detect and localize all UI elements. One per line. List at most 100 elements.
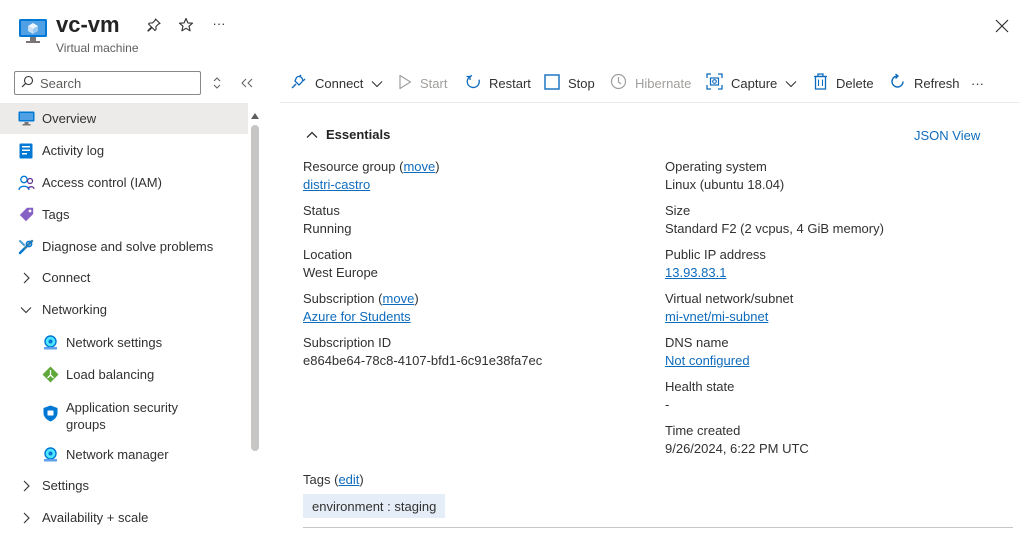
sidebar-item-network-manager[interactable]: Network manager <box>0 439 248 470</box>
sidebar-item-label: Diagnose and solve problems <box>42 239 214 254</box>
sidebar-item-label: Access control (IAM) <box>42 175 162 190</box>
sidebar-group-connect[interactable]: Connect <box>0 262 248 293</box>
sidebar-item-label: Connect <box>42 270 91 285</box>
status-value: Running <box>303 221 352 236</box>
subscription-link[interactable]: Azure for Students <box>303 309 411 324</box>
label-line-2: groups <box>66 417 106 432</box>
edit-tags-link[interactable]: edit <box>338 472 359 487</box>
dns-label: DNS name <box>665 335 729 350</box>
network-settings-icon <box>41 334 59 352</box>
resource-group-label: Resource group (move) <box>303 159 440 174</box>
hibernate-icon <box>610 73 627 93</box>
sidebar-item-tags[interactable]: Tags <box>0 199 248 230</box>
dns-link[interactable]: Not configured <box>665 353 750 368</box>
size-value: Standard F2 (2 vcpus, 4 GiB memory) <box>665 221 884 236</box>
capture-icon <box>706 73 723 93</box>
subscription-id-value: e864be64-78c8-4107-bfd1-6c91e38fa7ec <box>303 353 543 368</box>
sidebar-item-network-settings[interactable]: Network settings <box>0 327 248 358</box>
star-icon[interactable] <box>175 14 197 36</box>
play-icon <box>398 74 412 93</box>
json-view-link[interactable]: JSON View <box>914 128 980 143</box>
sidebar-item-label: Network manager <box>66 447 169 462</box>
sidebar-item-label: Activity log <box>42 143 105 158</box>
virtual-machine-icon <box>18 16 48 46</box>
tag-icon <box>17 206 35 224</box>
capture-button[interactable]: Capture <box>706 70 797 96</box>
refresh-label: Refresh <box>914 75 960 91</box>
size-label: Size <box>665 203 691 218</box>
connect-label: Connect <box>315 75 364 91</box>
sidebar-group-settings[interactable]: Settings <box>0 470 248 501</box>
location-value: West Europe <box>303 265 378 280</box>
users-icon <box>17 174 35 192</box>
subscription-label-text: Subscription <box>303 291 375 306</box>
network-manager-icon <box>41 446 59 464</box>
move-subscription-link[interactable]: move <box>383 291 415 306</box>
time-created-label: Time created <box>665 423 741 438</box>
search-box[interactable] <box>14 71 201 95</box>
tags-label: Tags (edit) <box>303 472 364 487</box>
delete-button[interactable]: Delete <box>813 70 874 96</box>
more-options-icon[interactable]: ··· <box>208 12 230 34</box>
trash-icon <box>813 73 828 93</box>
sidebar-item-access-control[interactable]: Access control (IAM) <box>0 167 248 198</box>
search-icon <box>21 75 34 91</box>
more-actions-button[interactable]: ··· <box>971 70 984 96</box>
sidebar-item-label: Network settings <box>66 335 163 350</box>
sidebar-item-label: Application security groups <box>66 399 178 433</box>
stop-button[interactable]: Stop <box>544 70 595 96</box>
stop-label: Stop <box>568 75 595 91</box>
capture-label: Capture <box>731 75 778 91</box>
restart-label: Restart <box>489 75 531 91</box>
os-label: Operating system <box>665 159 767 174</box>
collapse-sidebar-icon[interactable] <box>237 73 257 93</box>
monitor-icon <box>17 110 35 128</box>
sidebar-item-load-balancing[interactable]: Load balancing <box>0 359 248 390</box>
restart-icon <box>465 74 481 93</box>
sidebar-item-diagnose[interactable]: Diagnose and solve problems <box>0 231 248 262</box>
expand-collapse-icon[interactable] <box>207 73 227 93</box>
close-icon[interactable] <box>990 14 1014 38</box>
chevron-down-icon <box>19 303 33 317</box>
sidebar-item-label: Settings <box>42 478 89 493</box>
paren-close: ) <box>359 472 364 487</box>
sidebar-item-overview[interactable]: Overview <box>0 103 248 134</box>
chevron-up-icon <box>306 127 318 142</box>
subscription-id-label: Subscription ID <box>303 335 392 350</box>
vnet-link[interactable]: mi-vnet/mi-subnet <box>665 309 768 324</box>
public-ip-link[interactable]: 13.93.83.1 <box>665 265 726 280</box>
toolbar-divider <box>280 102 1020 103</box>
chevron-down-icon <box>785 76 797 91</box>
sidebar-scrollbar-thumb[interactable] <box>251 125 259 451</box>
hibernate-button[interactable]: Hibernate <box>610 70 691 96</box>
chevron-down-icon <box>371 76 383 91</box>
resource-group-link[interactable]: distri-castro <box>303 177 370 192</box>
chevron-right-icon <box>19 511 33 525</box>
sidebar-item-label: Networking <box>42 302 108 317</box>
connect-button[interactable]: Connect <box>290 70 383 96</box>
essentials-toggle[interactable]: Essentials <box>306 127 390 142</box>
pin-icon[interactable] <box>143 14 165 36</box>
move-resource-group-link[interactable]: move <box>403 159 435 174</box>
sidebar-group-networking[interactable]: Networking <box>0 294 248 325</box>
time-created-value: 9/26/2024, 6:22 PM UTC <box>665 441 809 456</box>
sidebar-item-application-security-groups[interactable]: Application security groups <box>0 391 248 435</box>
subscription-label: Subscription (move) <box>303 291 419 306</box>
sidebar-item-activity-log[interactable]: Activity log <box>0 135 248 166</box>
paren-close: ) <box>435 159 440 174</box>
paren-close: ) <box>414 291 419 306</box>
start-label: Start <box>420 75 448 91</box>
page-title: vc-vm <box>56 12 120 37</box>
search-input[interactable] <box>40 75 190 91</box>
health-label: Health state <box>665 379 735 394</box>
start-button[interactable]: Start <box>398 70 447 96</box>
refresh-button[interactable]: Refresh <box>889 70 960 96</box>
health-value: - <box>665 397 670 412</box>
restart-button[interactable]: Restart <box>465 70 531 96</box>
sidebar-group-availability-scale[interactable]: Availability + scale <box>0 502 248 533</box>
hibernate-label: Hibernate <box>635 75 692 91</box>
load-balancer-icon <box>41 366 59 384</box>
scroll-up-arrow-icon[interactable] <box>250 108 260 119</box>
shield-icon <box>41 404 59 422</box>
tag-chip: environment : staging <box>303 494 446 518</box>
